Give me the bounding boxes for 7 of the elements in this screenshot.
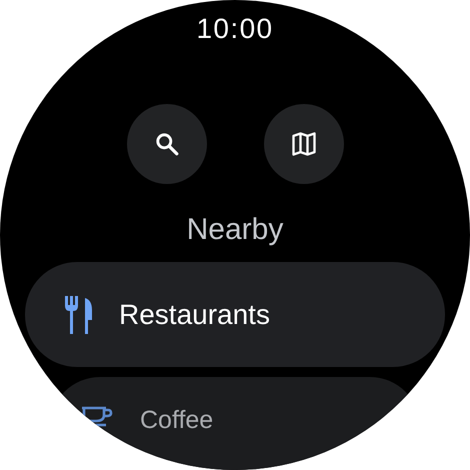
section-title: Nearby xyxy=(186,212,284,248)
cup-icon xyxy=(80,405,114,427)
map-icon xyxy=(290,130,318,158)
search-icon xyxy=(154,131,180,157)
clock-time: 10:00 xyxy=(196,12,274,46)
fork-knife-icon xyxy=(63,296,93,334)
list-chip[interactable]: Restaurants xyxy=(25,262,445,367)
